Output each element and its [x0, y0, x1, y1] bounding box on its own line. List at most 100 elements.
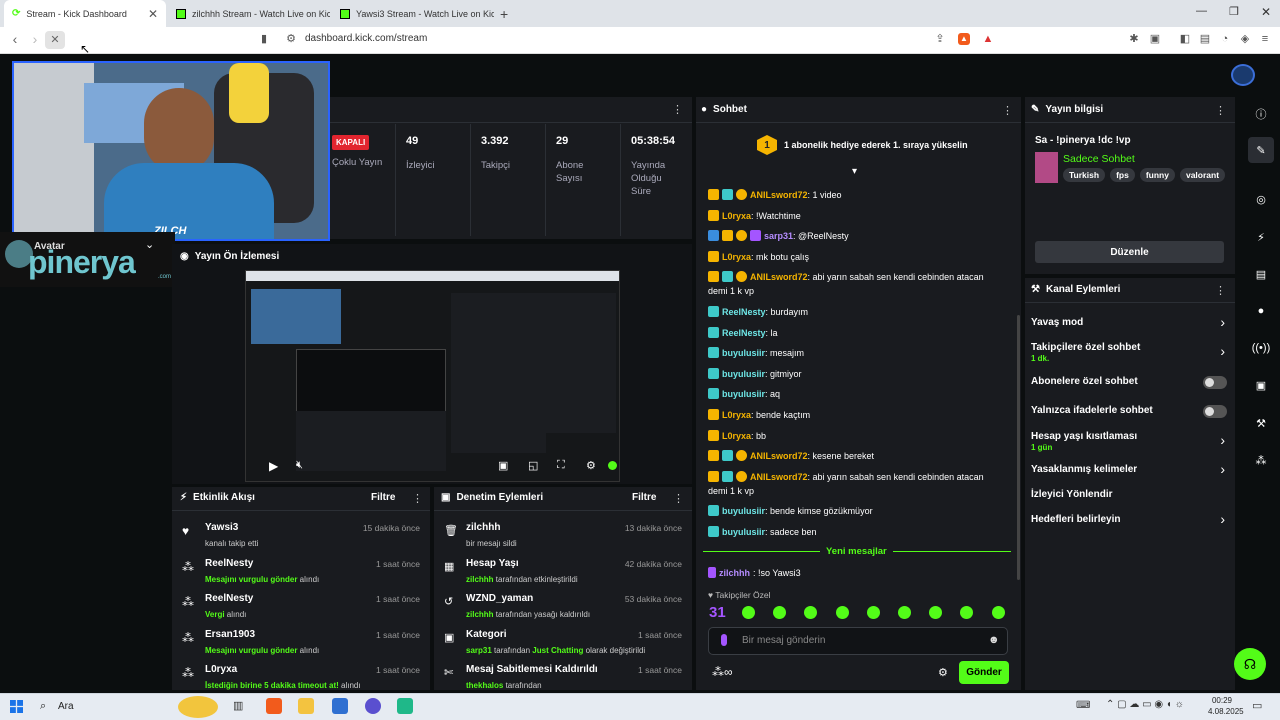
chat-message[interactable]: sarp31: @ReelNesty	[708, 229, 1013, 243]
activity-menu-icon[interactable]: ⋮	[412, 492, 423, 505]
activity-user[interactable]: ReelNesty	[205, 593, 253, 604]
moderation-target[interactable]: zilchhh	[466, 522, 500, 533]
obs-taskbar-icon[interactable]	[365, 698, 381, 714]
chat-message[interactable]: buyulusiir: aq	[708, 387, 1013, 401]
kick-taskbar-icon[interactable]	[397, 698, 413, 714]
channel-action-item[interactable]: Yavaş mod ›	[1031, 312, 1229, 336]
activity-user[interactable]: Yawsi3	[205, 522, 238, 533]
emote-icon[interactable]	[898, 606, 911, 619]
emote-icon[interactable]	[742, 606, 755, 619]
emote-icon[interactable]	[866, 606, 880, 619]
stats-menu-icon[interactable]: ⋮	[672, 103, 683, 116]
stream-category[interactable]: Sadece Sohbet	[1063, 153, 1135, 165]
chat-message[interactable]: L0ryxa: bende kaçtım	[708, 408, 1013, 422]
chevron-right-icon[interactable]: ›	[1220, 314, 1225, 330]
chat-username[interactable]: ANILsword72	[750, 451, 808, 461]
tag-chip[interactable]: Turkish	[1063, 168, 1106, 182]
chat-rail-icon[interactable]: ●	[1248, 298, 1274, 324]
chat-username[interactable]: L0ryxa	[722, 252, 751, 262]
chat-message[interactable]: ANILsword72: kesene bereket	[708, 449, 1013, 463]
chat-username[interactable]: buyulusiir	[722, 348, 765, 358]
tab-zilchhh[interactable]: zilchhh Stream - Watch Live on Kick	[168, 0, 330, 27]
chat-username[interactable]: ANILsword72	[750, 472, 808, 482]
url-text[interactable]: dashboard.kick.com/stream	[305, 33, 427, 44]
bookmark-icon[interactable]: ▮	[258, 33, 270, 45]
chat-username[interactable]: ANILsword72	[750, 272, 808, 282]
moderation-target[interactable]: Mesaj Sabitlemesi Kaldırıldı	[466, 664, 598, 675]
moderation-menu-icon[interactable]: ⋮	[673, 492, 684, 505]
chat-username[interactable]: sarp31	[764, 231, 793, 241]
channel-actions-menu-icon[interactable]: ⋮	[1215, 284, 1226, 297]
activity-user[interactable]: L0ryxa	[205, 664, 237, 675]
moderation-actor[interactable]: zilchhh	[466, 575, 494, 584]
chat-message[interactable]: L0ryxa: !Watchtime	[708, 209, 1013, 223]
minimize-icon[interactable]: —	[1196, 5, 1207, 17]
activity-item[interactable]: ⁂ L0ryxa 1 saat önce İstediğin birine 5 dak…	[180, 662, 424, 690]
moderation-item[interactable]: ▦ Hesap Yaşı 42 dakika önce zilchhh tarafın…	[442, 556, 686, 588]
forward-icon[interactable]: ›	[25, 31, 45, 49]
chat-message[interactable]: ANILsword72: abi yarın sabah sen kendi c…	[708, 470, 1013, 498]
chat-tools-icon[interactable]: ⁂∞	[712, 665, 733, 679]
pip-icon[interactable]: ◱	[528, 459, 538, 472]
share-icon[interactable]: ⇪	[934, 33, 946, 45]
stop-loading-icon[interactable]: ✕	[45, 31, 65, 49]
channel-action-item[interactable]: Takipçilere özel sohbet 1 dk. ›	[1031, 337, 1229, 363]
site-info-icon[interactable]: ⚙	[285, 33, 297, 45]
brave-taskbar-icon[interactable]	[266, 698, 282, 714]
chat-username[interactable]: buyulusiir	[722, 527, 765, 537]
tag-chip[interactable]: funny	[1139, 168, 1175, 182]
chat-username[interactable]: ReelNesty	[722, 307, 766, 317]
chat-username[interactable]: buyulusiir	[722, 369, 765, 379]
chevron-right-icon[interactable]: ›	[1220, 432, 1225, 448]
sidebar-icon[interactable]: ◧	[1179, 33, 1191, 45]
help-icon[interactable]: ☊	[1234, 648, 1266, 680]
emote-icon[interactable]	[835, 606, 849, 619]
chat-message[interactable]: ReelNesty: la	[708, 326, 1013, 340]
settings-icon[interactable]: ⚙	[586, 459, 596, 472]
emote-icon[interactable]	[929, 606, 943, 619]
tab-kick-dashboard[interactable]: ⟳ Stream - Kick Dashboard ✕	[4, 0, 166, 27]
fullscreen-icon[interactable]: ⛶	[557, 459, 565, 472]
close-window-icon[interactable]: ✕	[1261, 5, 1271, 19]
clock[interactable]: 00:29 4.08.2025	[1208, 696, 1244, 716]
chat-message[interactable]: buyulusiir: mesajım	[708, 346, 1013, 360]
gift-banner[interactable]: 1 abonelik hediye ederek 1. sıraya yükse…	[784, 140, 968, 150]
activity-item[interactable]: ⁂ ReelNesty 1 saat önce Mesajını vurgulu gö…	[180, 556, 424, 588]
info-icon[interactable]: ⓘ	[1248, 101, 1274, 127]
moderation-actor[interactable]: sarp31	[466, 646, 492, 655]
chat-username[interactable]: buyulusiir	[722, 506, 765, 516]
taskbar-search[interactable]: Ara	[58, 701, 74, 712]
chevron-right-icon[interactable]: ›	[1220, 461, 1225, 477]
chat-message[interactable]: buyulusiir: gitmiyor	[708, 367, 1013, 381]
leo-icon[interactable]: ◔	[1219, 33, 1231, 45]
emote-icon[interactable]	[773, 606, 787, 619]
channel-action-item[interactable]: Hedefleri belirleyin ›	[1031, 509, 1229, 533]
profile-avatar[interactable]	[1231, 64, 1255, 86]
shield-rail-icon[interactable]: ▣	[1248, 372, 1274, 398]
chevron-right-icon[interactable]: ›	[1220, 511, 1225, 527]
chevron-right-icon[interactable]: ›	[1220, 343, 1225, 359]
wrench-rail-icon[interactable]: ⚒	[1248, 410, 1274, 436]
edit-button[interactable]: Düzenle	[1035, 241, 1224, 263]
toggle-switch[interactable]	[1203, 376, 1227, 389]
moderation-actor[interactable]: thekhalos	[466, 681, 503, 690]
activity-user[interactable]: Ersan1903	[205, 629, 255, 640]
emoji-picker-icon[interactable]: ☻	[988, 634, 1000, 646]
chat-message[interactable]: L0ryxa: bb	[708, 429, 1013, 443]
chat-menu-icon[interactable]: ⋮	[1002, 104, 1013, 117]
moderation-actor[interactable]: zilchhh	[466, 610, 494, 619]
lightning-rail-icon[interactable]: ⚡︎	[1248, 224, 1274, 250]
moderation-item[interactable]: ✄ Mesaj Sabitlemesi Kaldırıldı 1 saat önce…	[442, 662, 686, 690]
moderation-target[interactable]: WZND_yaman	[466, 593, 533, 604]
stream-info-menu-icon[interactable]: ⋮	[1215, 104, 1226, 117]
clipboard-icon[interactable]: ▤	[1248, 261, 1274, 287]
emote-icon[interactable]	[960, 606, 974, 619]
channel-action-item[interactable]: Hesap yaşı kısıtlaması 1 gün ›	[1031, 426, 1229, 452]
search-icon[interactable]: ⌕	[40, 700, 46, 713]
emote-icon[interactable]	[991, 606, 1005, 619]
channel-action-item[interactable]: İzleyici Yönlendir	[1031, 484, 1229, 508]
vpn-icon[interactable]: ◈	[1239, 33, 1251, 45]
chat-scrollbar[interactable]	[1017, 315, 1020, 580]
chat-message[interactable]: ANILsword72: abi yarın sabah sen kendi c…	[708, 270, 1013, 298]
tag-chip[interactable]: fps	[1110, 168, 1135, 182]
